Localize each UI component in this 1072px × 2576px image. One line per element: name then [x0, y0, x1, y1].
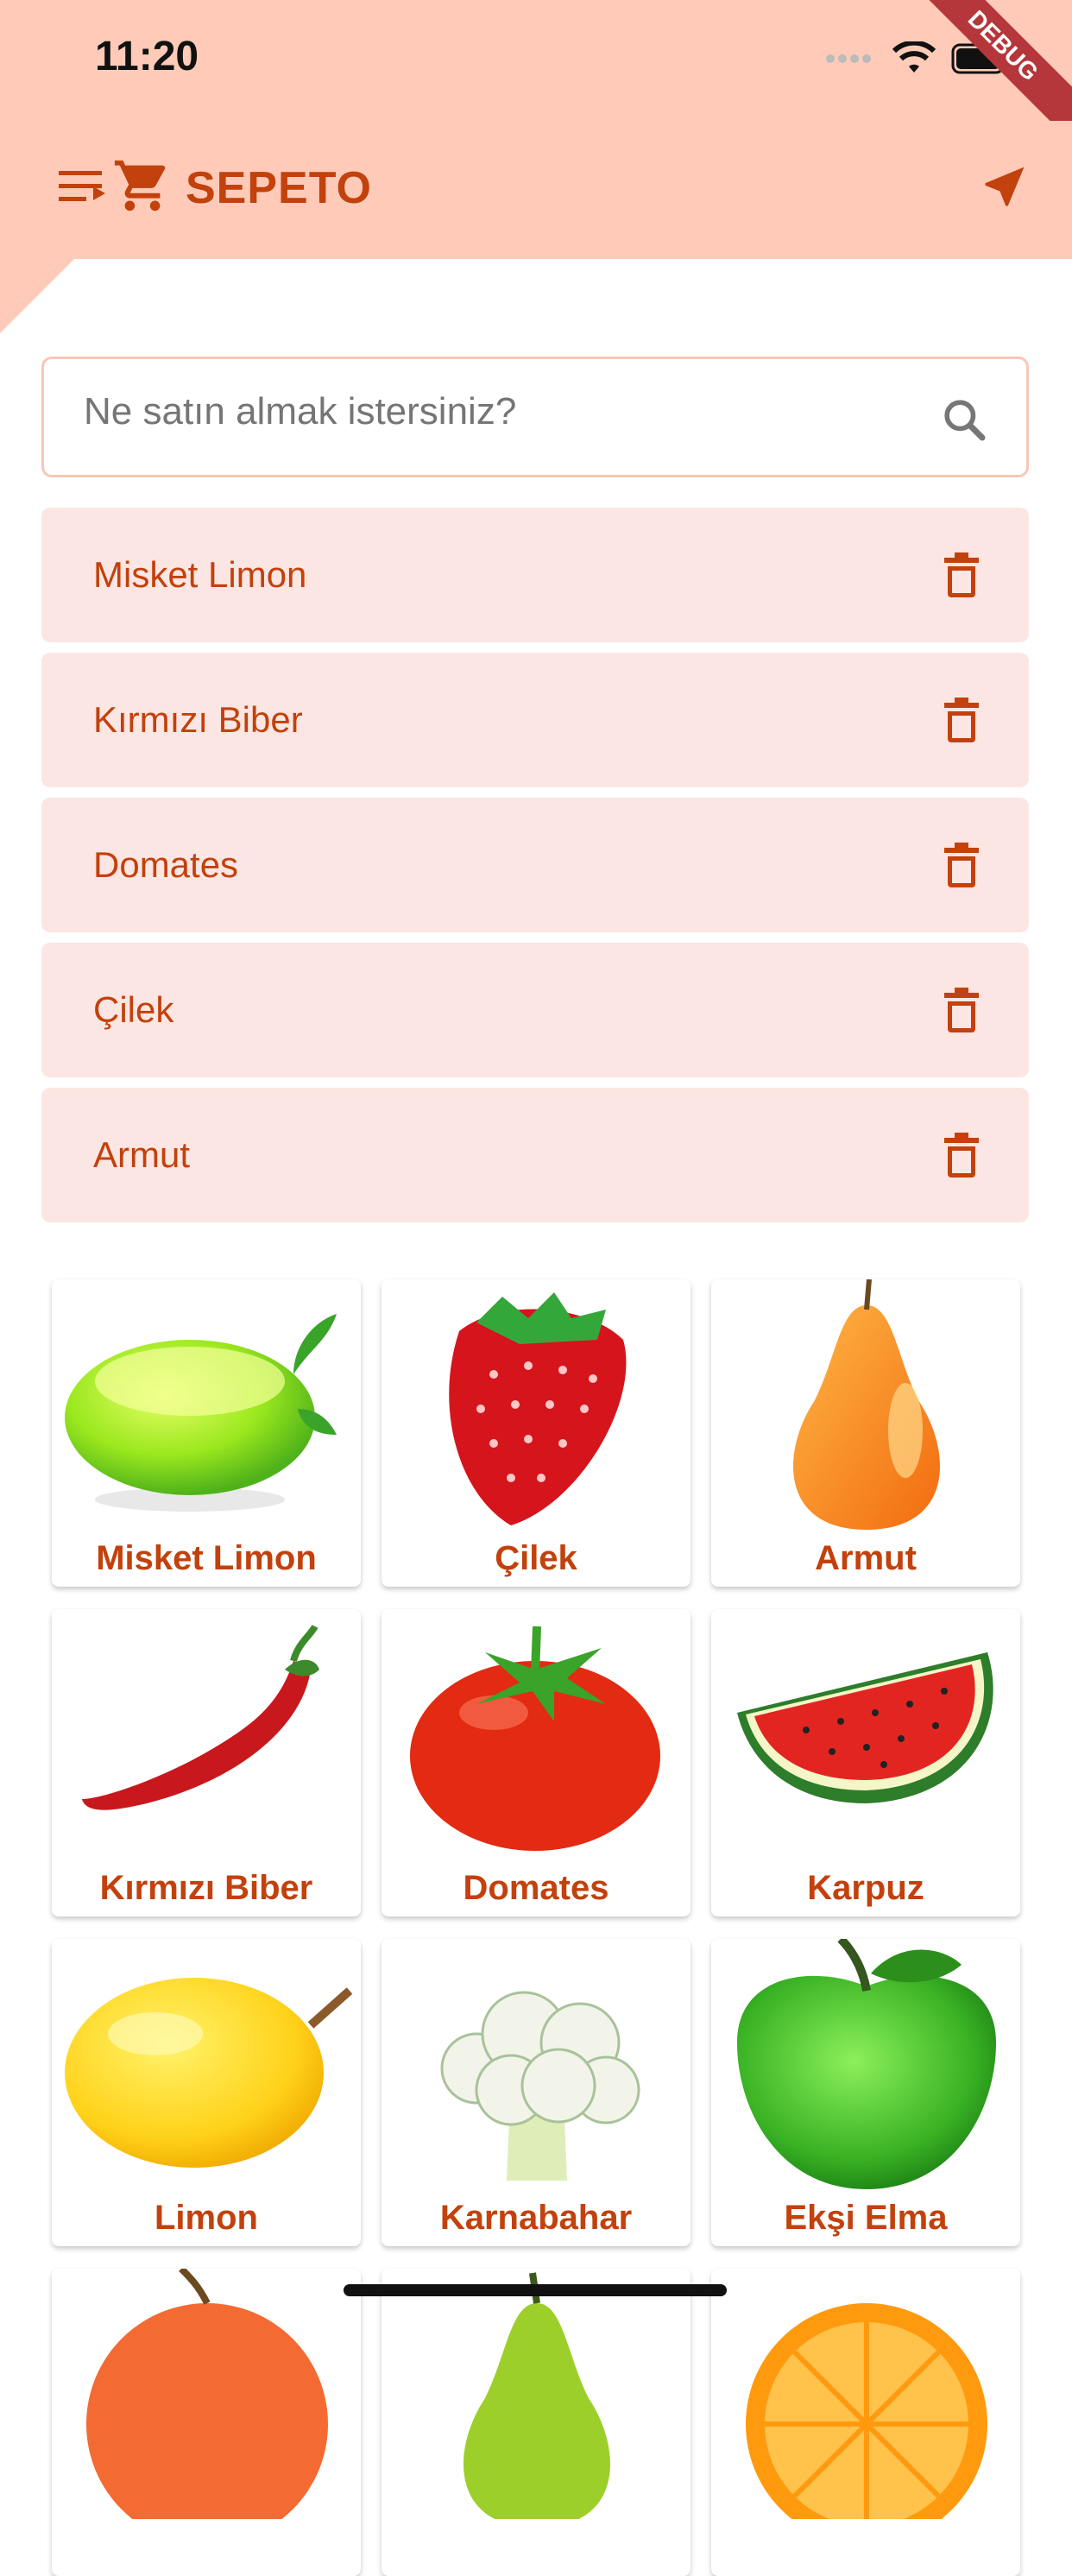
search-icon[interactable] [940, 395, 988, 444]
appbar-fold [0, 259, 74, 333]
strawberry-image [449, 1292, 627, 1525]
lime-image [65, 1314, 337, 1512]
list-item-label: Misket Limon [93, 554, 307, 595]
search-box[interactable] [41, 357, 1029, 477]
home-indicator[interactable] [344, 2284, 727, 2296]
product-card[interactable]: Kırmızı Biber [52, 1609, 361, 1916]
status-time: 11:20 [95, 34, 199, 79]
peach-image [86, 2269, 328, 2519]
product-card[interactable]: Domates [382, 1609, 690, 1916]
product-label: Limon [154, 2199, 258, 2237]
list-item-label: Domates [93, 844, 239, 885]
app-title: SEPETO [186, 163, 373, 213]
basket-list: Misket Limon Kırmızı Biber Domates Çilek… [41, 508, 1029, 1233]
product-card[interactable]: Karnabahar [382, 1939, 690, 2246]
navigation-icon[interactable] [979, 161, 1031, 212]
trash-icon[interactable] [944, 552, 979, 597]
signal-icon [826, 54, 871, 63]
product-card[interactable]: Ekşi Elma [711, 1939, 1020, 2246]
tomato-image [410, 1626, 660, 1851]
product-card[interactable] [52, 2269, 361, 2576]
product-card[interactable]: Armut [711, 1279, 1020, 1587]
trash-icon[interactable] [944, 988, 979, 1032]
product-label [711, 2519, 1020, 2576]
product-card[interactable] [382, 2269, 690, 2576]
trash-icon[interactable] [944, 1133, 979, 1178]
product-label: Misket Limon [96, 1539, 317, 1577]
product-card[interactable]: Karpuz [711, 1609, 1020, 1916]
product-label: Çilek [495, 1539, 577, 1577]
product-grid: Misket Limon Çilek Armut Kırmızı Biber D… [52, 1279, 1022, 2576]
list-item-label: Armut [93, 1134, 191, 1175]
list-item-label: Çilek [93, 989, 174, 1030]
product-label: Ekşi Elma [784, 2199, 948, 2237]
list-item[interactable]: Çilek [41, 943, 1029, 1077]
list-item[interactable]: Kırmızı Biber [41, 653, 1029, 787]
product-card[interactable] [711, 2269, 1020, 2576]
product-label: Karnabahar [439, 2199, 633, 2237]
orange-image [746, 2303, 987, 2519]
watermelon-image [737, 1652, 993, 1803]
product-label: Domates [463, 1869, 609, 1907]
cart-icon [114, 160, 166, 212]
status-bar: 11:20 DEBUG [0, 0, 1072, 152]
pear-image [793, 1279, 940, 1530]
trash-icon[interactable] [944, 698, 979, 742]
list-item-label: Kırmızı Biber [93, 699, 303, 740]
menu-icon[interactable] [59, 169, 105, 204]
product-label [382, 2519, 690, 2576]
red-pepper-image [82, 1624, 319, 1810]
product-card[interactable]: Misket Limon [52, 1279, 361, 1587]
search-input[interactable] [84, 390, 904, 433]
cauliflower-image [440, 1991, 640, 2181]
wifi-icon [892, 41, 936, 73]
lemon-image [65, 1978, 353, 2168]
product-card[interactable]: Limon [52, 1939, 361, 2246]
product-label: Armut [815, 1539, 917, 1577]
product-card[interactable]: Çilek [382, 1279, 690, 1587]
green-apple-image [737, 1939, 996, 2189]
list-item[interactable]: Armut [41, 1088, 1029, 1222]
trash-icon[interactable] [944, 843, 979, 887]
product-label: Kırmızı Biber [99, 1869, 313, 1907]
pear-green-image [463, 2272, 610, 2519]
list-item[interactable]: Misket Limon [41, 508, 1029, 642]
list-item[interactable]: Domates [41, 798, 1029, 932]
product-label [52, 2519, 361, 2576]
product-label: Karpuz [807, 1869, 924, 1907]
